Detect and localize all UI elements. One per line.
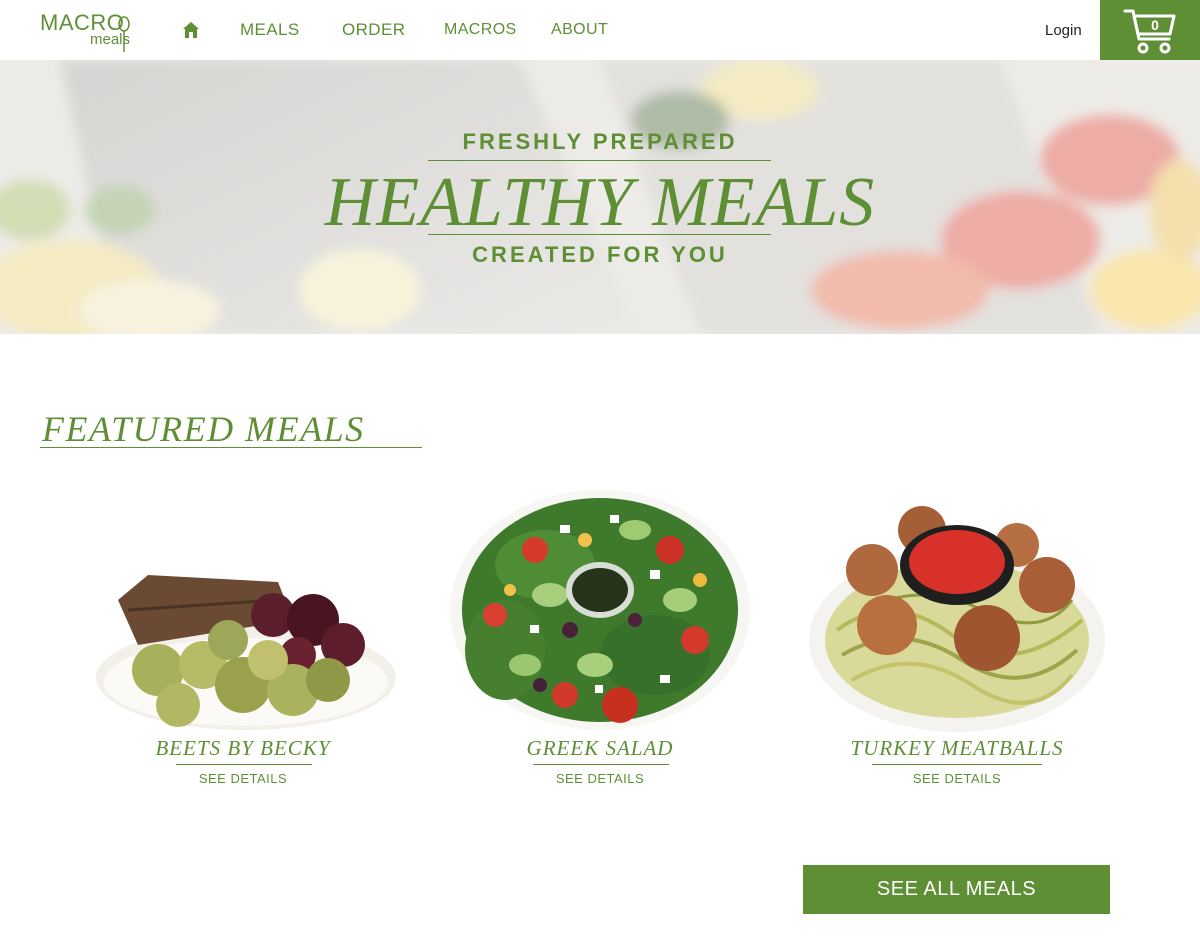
nav-link-macros[interactable]: MACROS — [444, 21, 517, 39]
hero-banner: FRESHLY PREPARED HEALTHY MEALS CREATED F… — [0, 60, 1200, 334]
see-details-link[interactable]: SEE DETAILS — [792, 771, 1122, 786]
see-details-link[interactable]: SEE DETAILS — [435, 771, 765, 786]
turkey-meatballs-meal-image[interactable] — [792, 470, 1122, 740]
hero-divider-bottom — [428, 234, 771, 235]
hero-divider-top — [428, 160, 771, 161]
top-navigation: MACRO meals MEALS ORDER MACROS ABOUT Log… — [0, 0, 1200, 60]
login-link[interactable]: Login — [1045, 22, 1082, 39]
meal-name[interactable]: TURKEY MEATBALLS — [792, 736, 1122, 761]
nav-link-about[interactable]: ABOUT — [551, 21, 608, 39]
meal-name[interactable]: GREEK SALAD — [435, 736, 765, 761]
see-all-meals-button[interactable]: SEE ALL MEALS — [803, 865, 1110, 914]
nav-link-meals[interactable]: MEALS — [240, 20, 300, 40]
greek-salad-meal-image[interactable] — [435, 470, 765, 740]
home-icon[interactable] — [181, 20, 201, 40]
hero-pretitle: FRESHLY PREPARED — [462, 129, 738, 154]
meal-name-underline — [533, 764, 669, 765]
hero-title: HEALTHY MEALS — [324, 164, 876, 241]
nav-link-order[interactable]: ORDER — [342, 20, 405, 40]
hero-subtitle: CREATED FOR YOU — [472, 242, 728, 267]
macro-meals-logo[interactable]: MACRO meals — [40, 10, 136, 54]
meal-card-turkey-meatballs: TURKEY MEATBALLS SEE DETAILS — [792, 470, 1122, 800]
featured-heading-underline — [40, 447, 422, 448]
beets-meal-image[interactable] — [78, 470, 408, 740]
meal-card-greek-salad: GREEK SALAD SEE DETAILS — [435, 470, 765, 800]
meal-name[interactable]: BEETS BY BECKY — [78, 736, 408, 761]
meal-name-underline — [872, 764, 1042, 765]
featured-meals-heading: FEATURED MEALS — [42, 409, 365, 449]
cart-count-badge: 0 — [1151, 17, 1159, 33]
meal-card-beets: BEETS BY BECKY SEE DETAILS — [78, 470, 408, 800]
logo-spoon-icon — [118, 16, 130, 52]
cart-button[interactable]: 0 — [1100, 0, 1200, 60]
meal-name-underline — [176, 764, 312, 765]
see-details-link[interactable]: SEE DETAILS — [78, 771, 408, 786]
